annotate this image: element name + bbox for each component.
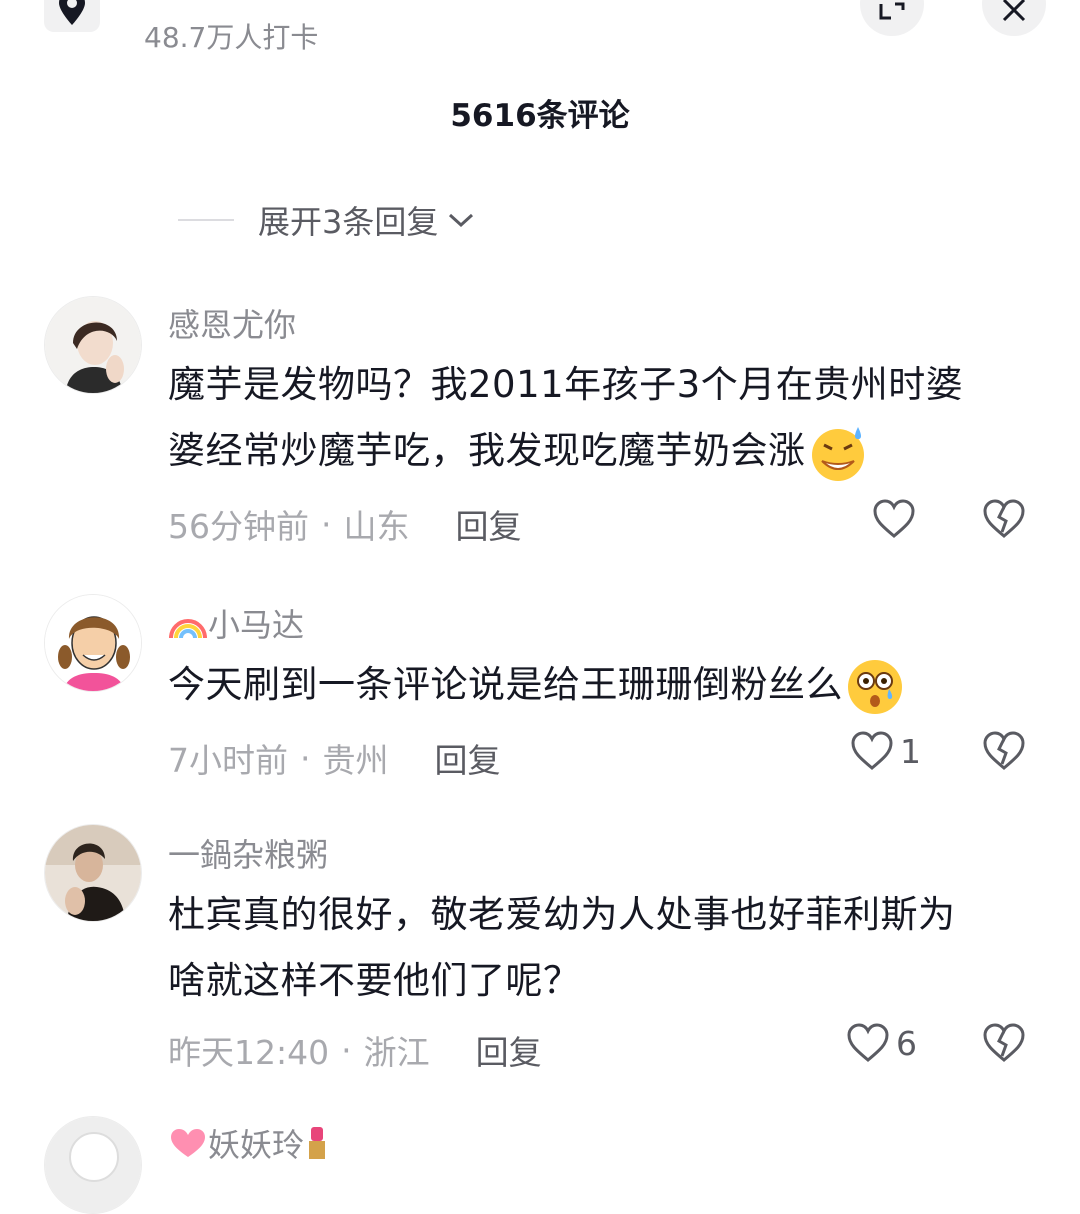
comment-count-title: 5616条评论 (450, 98, 630, 134)
comment-text-line-row: 婆经常炒魔芋吃，我发现吃魔芋奶会涨 (168, 418, 1038, 484)
comment-meta: 7小时前 · 贵州 回复 (168, 734, 501, 782)
timestamp: 7小时前 (168, 741, 288, 780)
fullscreen-button[interactable] (860, 0, 924, 36)
close-icon (1002, 0, 1026, 22)
astonished-emoji-icon (848, 659, 902, 714)
heart-icon (873, 499, 915, 538)
like-button[interactable]: 6 (846, 1022, 917, 1064)
divider (178, 219, 234, 221)
like-count: 6 (896, 1023, 917, 1063)
reply-button[interactable]: 回复 (476, 1026, 542, 1074)
dislike-button[interactable] (982, 730, 1026, 776)
region: 山东 (343, 507, 410, 546)
avatar[interactable] (44, 1116, 142, 1214)
comment-text-line: 婆经常炒魔芋吃，我发现吃魔芋奶会涨 (168, 429, 806, 472)
broken-heart-icon (983, 731, 1025, 770)
timestamp: 56分钟前 (168, 507, 309, 546)
username-text: 小马达 (208, 606, 305, 644)
close-button[interactable] (982, 0, 1046, 36)
location-pin-icon[interactable] (44, 0, 100, 32)
rainbow-emoji-icon (169, 619, 207, 638)
separator: · (321, 504, 332, 544)
expand-replies-button[interactable]: 展开3条回复 (178, 196, 476, 244)
broken-heart-icon (983, 1023, 1025, 1062)
separator: · (341, 1030, 352, 1070)
like-button[interactable] (872, 498, 916, 540)
reply-button[interactable]: 回复 (456, 500, 522, 548)
comment-meta: 昨天12:40 · 浙江 回复 (168, 1026, 542, 1074)
avatar[interactable] (44, 296, 142, 394)
heart-icon (851, 731, 893, 770)
comment-text-line: 魔芋是发物吗？我2011年孩子3个月在贵州时婆 (168, 363, 964, 406)
chevron-down-icon (449, 213, 474, 228)
grimace-sweat-emoji-icon (811, 426, 864, 481)
heart-ribbon-emoji-icon (171, 1129, 205, 1157)
like-button[interactable]: 1 (850, 730, 921, 772)
lipstick-emoji-icon (309, 1127, 326, 1159)
dislike-button[interactable] (982, 1022, 1026, 1068)
username[interactable]: 感恩尤你 (168, 300, 296, 346)
dislike-button[interactable] (982, 498, 1026, 544)
expand-replies-label: 展开3条回复 (258, 203, 439, 241)
username[interactable]: 妖妖玲 (168, 1120, 330, 1166)
expand-icon (879, 2, 905, 20)
username[interactable]: 小马达 (168, 600, 304, 646)
checkin-count: 48.7万人打卡 (144, 21, 319, 54)
broken-heart-icon (983, 499, 1025, 538)
region: 浙江 (363, 1033, 430, 1072)
comment-text: 杜宾真的很好，敬老爱幼为人处事也好菲利斯为 啥就这样不要他们了呢？ (168, 882, 1038, 1014)
comment-text-line: 杜宾真的很好，敬老爱幼为人处事也好菲利斯为 (168, 893, 956, 936)
heart-icon (847, 1023, 889, 1062)
username-text: 妖妖玲 (208, 1126, 305, 1164)
timestamp: 昨天12:40 (168, 1033, 330, 1072)
comment-text-line-row: 今天刷到一条评论说是给王珊珊倒粉丝么 (168, 652, 1038, 718)
username[interactable]: 一鍋杂粮粥 (168, 830, 328, 876)
avatar[interactable] (44, 594, 142, 692)
region: 贵州 (322, 741, 389, 780)
separator: · (300, 738, 311, 778)
comment-text: 今天刷到一条评论说是给王珊珊倒粉丝么 (168, 652, 1038, 718)
comment-text: 魔芋是发物吗？我2011年孩子3个月在贵州时婆 婆经常炒魔芋吃，我发现吃魔芋奶会… (168, 352, 1038, 484)
location-header: 48.7万人打卡 (0, 0, 1080, 70)
comment-meta: 56分钟前 · 山东 回复 (168, 500, 522, 548)
like-count: 1 (900, 731, 921, 771)
comment-text-line: 啥就这样不要他们了呢？ (168, 959, 581, 1002)
reply-button[interactable]: 回复 (435, 734, 501, 782)
comment-text-line: 今天刷到一条评论说是给王珊珊倒粉丝么 (168, 663, 843, 706)
avatar[interactable] (44, 824, 142, 922)
